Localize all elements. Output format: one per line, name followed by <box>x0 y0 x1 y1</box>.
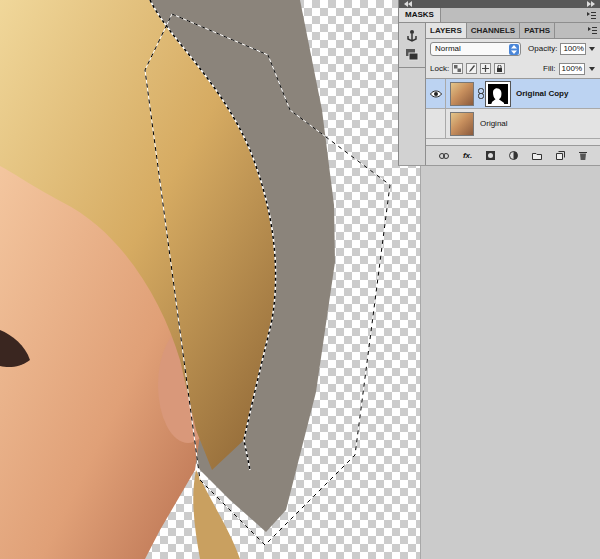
layer-thumbnail <box>450 82 474 106</box>
lock-position-button[interactable] <box>480 63 491 74</box>
eye-icon <box>430 90 442 98</box>
panel-tab[interactable]: CHANNELS <box>467 23 520 38</box>
new-layer-icon[interactable] <box>556 151 565 160</box>
blend-mode-select[interactable]: Normal <box>430 42 521 56</box>
visibility-toggle[interactable] <box>426 79 446 108</box>
opacity-label: Opacity: <box>528 43 557 55</box>
lock-transparent-button[interactable] <box>452 63 463 74</box>
masks-panel-icon[interactable] <box>405 29 419 43</box>
layer-style-button[interactable]: fx. <box>463 150 472 162</box>
folder-icon[interactable] <box>532 152 542 160</box>
expand-icon[interactable] <box>586 1 596 7</box>
masks-tab[interactable]: MASKS <box>399 8 441 22</box>
layer-row[interactable]: Original <box>426 109 600 139</box>
layer-thumbnail <box>450 112 474 136</box>
dropdown-arrow-icon[interactable] <box>589 67 595 71</box>
mask-link[interactable] <box>476 88 486 99</box>
layers-panel: LAYERSCHANNELSPATHS Normal Opacity: 100% <box>426 23 600 165</box>
layer-mask-thumbnail[interactable] <box>486 82 510 106</box>
brush-icon <box>468 65 475 72</box>
dropdown-arrow-icon[interactable] <box>589 47 595 51</box>
layer-name: Original <box>480 118 508 130</box>
layers-toolbar: fx. <box>426 145 600 165</box>
trash-icon[interactable] <box>579 151 587 160</box>
fill-label: Fill: <box>543 63 555 75</box>
lock-all-button[interactable] <box>494 63 505 74</box>
photo-block <box>0 0 420 559</box>
layers-menu-icon[interactable] <box>588 27 597 34</box>
lock-pixels-button[interactable] <box>466 63 477 74</box>
panel-group: MASKS LAYERSCHANNELSPATHS <box>398 0 600 166</box>
panel-menu-icon[interactable] <box>587 12 596 19</box>
checker-icon <box>454 65 461 72</box>
blend-mode-value: Normal <box>435 43 461 55</box>
move-icon <box>482 65 489 72</box>
layer-row[interactable]: Original Copy <box>426 79 600 109</box>
mask-icon[interactable] <box>486 151 495 160</box>
layers-panel-icon[interactable] <box>405 48 419 62</box>
panel-tab[interactable]: LAYERS <box>426 23 467 38</box>
spinner-icon <box>509 44 519 55</box>
layer-name: Original Copy <box>516 88 568 100</box>
panel-tab[interactable]: PATHS <box>520 23 555 38</box>
visibility-toggle[interactable] <box>426 109 446 138</box>
panel-topbar[interactable] <box>399 0 600 8</box>
lock-icon <box>496 65 503 72</box>
fill-field[interactable]: 100% <box>559 63 585 75</box>
adjustment-icon[interactable] <box>509 151 518 160</box>
link-icon[interactable] <box>439 153 449 159</box>
mask-thumbnail-icon <box>488 84 508 108</box>
opacity-field[interactable]: 100% <box>560 43 585 55</box>
collapse-icon[interactable] <box>403 1 413 7</box>
chain-icon[interactable] <box>478 88 484 99</box>
document-canvas[interactable] <box>0 0 420 559</box>
lock-label: Lock: <box>430 63 449 75</box>
